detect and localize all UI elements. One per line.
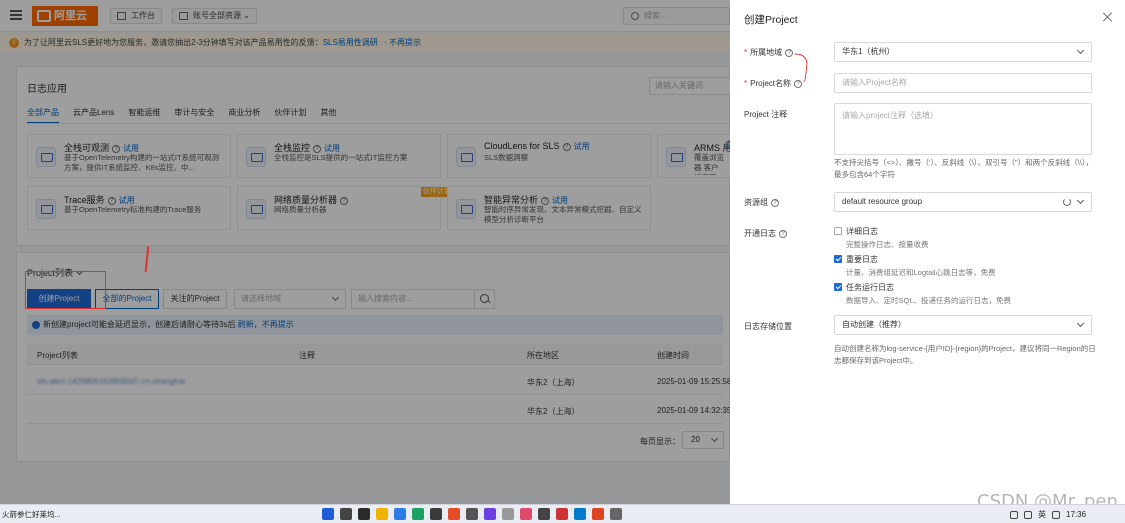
app-icon[interactable]: [430, 508, 442, 520]
tray-icon[interactable]: [1010, 510, 1018, 519]
storage-location-label: 日志存储位置: [744, 322, 792, 331]
checkbox-label: 重要日志: [846, 255, 878, 264]
taskbar-news[interactable]: 火箭参仁好莱坞...: [2, 509, 61, 520]
app-icon[interactable]: [484, 508, 496, 520]
clock[interactable]: 17:36: [1066, 510, 1086, 519]
app-icon[interactable]: [340, 508, 352, 520]
app-icon[interactable]: [358, 508, 370, 520]
storage-location-select[interactable]: 自动创建（推荐）: [834, 315, 1092, 335]
folder-icon[interactable]: [376, 508, 388, 520]
vscode-icon[interactable]: [574, 508, 586, 520]
app-icon[interactable]: [502, 508, 514, 520]
checkbox-desc: 数据导入、定时SQL、投递任务的运行日志，免费: [846, 296, 1012, 305]
help-icon[interactable]: ?: [785, 48, 794, 57]
region-label: * 所属地域?: [744, 47, 794, 58]
chevron-down-icon: [1076, 46, 1085, 55]
resource-group-label: 资源组?: [744, 197, 779, 208]
app-icon[interactable]: [556, 508, 568, 520]
annotation-box: [25, 271, 106, 309]
resource-group-select[interactable]: default resource group: [834, 192, 1092, 212]
app-icon[interactable]: [610, 508, 622, 520]
help-icon[interactable]: ?: [771, 198, 779, 207]
app-icon[interactable]: [520, 508, 532, 520]
chevron-down-icon: [1076, 319, 1085, 328]
checkbox-checked[interactable]: [834, 255, 842, 263]
taskbar: 火箭参仁好莱坞... 英 17:36: [0, 504, 1125, 523]
comment-hint: 不支持尖括号（<>）、撇号（'）、反斜线（\）、双引号（"）和两个反斜线（\\）…: [834, 158, 1094, 179]
drawer-title: 创建Project: [744, 14, 798, 26]
taskbar-apps: [322, 508, 622, 520]
app-icon[interactable]: [592, 508, 604, 520]
checkbox-desc: 计量、消费组延迟和Logtail心跳日志等，免费: [846, 268, 996, 277]
app-icon[interactable]: [538, 508, 550, 520]
chevron-down-icon: [1076, 196, 1085, 205]
checkbox[interactable]: [834, 227, 842, 235]
checkbox-checked[interactable]: [834, 283, 842, 291]
app-icon[interactable]: [412, 508, 424, 520]
project-comment-label: Project 注释: [744, 110, 788, 119]
tray-icon[interactable]: [1052, 510, 1060, 519]
enable-logs-label: 开通日志?: [744, 228, 787, 239]
input-language[interactable]: 英: [1038, 509, 1046, 520]
annotation-mark-2: [791, 53, 809, 83]
close-icon[interactable]: [1102, 11, 1114, 23]
app-icon[interactable]: [466, 508, 478, 520]
wifi-icon[interactable]: [1024, 510, 1032, 519]
project-name-input[interactable]: 请输入Project名称: [834, 73, 1092, 93]
app-icon[interactable]: [394, 508, 406, 520]
checkbox-desc: 完整操作日志、按量收费: [846, 240, 929, 249]
checkbox-label: 详细日志: [846, 227, 878, 236]
checkbox-label: 任务运行日志: [846, 283, 894, 292]
chrome-icon[interactable]: [448, 508, 460, 520]
modal-overlay[interactable]: [0, 0, 730, 504]
refresh-icon[interactable]: [1063, 198, 1071, 206]
system-tray: 英 17:36: [1010, 509, 1086, 520]
region-select[interactable]: 华东1（杭州）: [834, 42, 1092, 62]
windows-start-icon[interactable]: [322, 508, 334, 520]
help-icon[interactable]: ?: [779, 229, 787, 238]
project-comment-textarea[interactable]: 请输入project注释（选填）: [834, 103, 1092, 155]
create-project-drawer: 创建Project * 所属地域? 华东1（杭州） * Project名称? 请输入…: [730, 0, 1125, 504]
storage-hint: 自动创建名称为log-service-{用户ID}-{region}的Proje…: [834, 344, 1096, 365]
